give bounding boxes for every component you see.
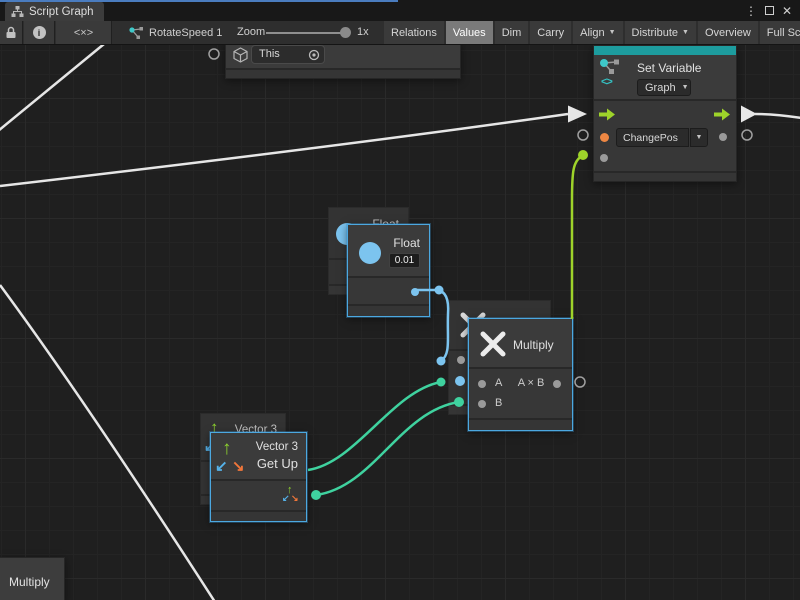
- input-a-port[interactable]: [478, 380, 486, 388]
- relations-button[interactable]: Relations: [384, 21, 444, 44]
- graph-variable-icon: [598, 58, 628, 75]
- variable-name-dropdown[interactable]: ▼: [690, 128, 708, 147]
- node-title: Multiply: [513, 338, 554, 352]
- variable-name-field[interactable]: ChangePos: [616, 128, 689, 147]
- graph-breadcrumb[interactable]: RotateSpeed 1: [128, 21, 222, 44]
- chevron-down-icon: ▼: [682, 84, 689, 91]
- multiply-icon: [477, 328, 509, 360]
- script-graph-window: Float Multiply ↑ ↙ Vector 3: [0, 0, 800, 600]
- output-port[interactable]: [719, 133, 727, 141]
- script-graph-icon: [11, 5, 24, 18]
- input-a-label: A: [495, 377, 502, 389]
- chevron-down-icon: ▼: [609, 29, 616, 36]
- flow-in-port-icon[interactable]: [599, 108, 616, 121]
- node-title: Vector 3: [256, 441, 298, 453]
- node-title: Float: [393, 236, 420, 250]
- this-node[interactable]: This: [225, 42, 461, 79]
- chevron-down-icon: ▼: [696, 134, 703, 141]
- get-up-node[interactable]: ↑ ↙ ↘ Vector 3 Get Up ↑ ↙ ↘: [210, 432, 307, 522]
- down-right-arrow-icon: ↘: [232, 459, 245, 474]
- tab-script-graph[interactable]: Script Graph: [5, 2, 104, 21]
- down-left-arrow-icon: ↙: [215, 459, 228, 474]
- set-variable-header-bar: [594, 46, 736, 55]
- zoom-slider-track[interactable]: [266, 32, 350, 34]
- lock-button[interactable]: [0, 21, 23, 44]
- breadcrumb-label: RotateSpeed 1: [149, 27, 222, 39]
- vector3-output-port[interactable]: ↑ ↙ ↘: [282, 485, 300, 505]
- float-node[interactable]: Float 0.01: [347, 224, 430, 317]
- info-icon: i: [33, 26, 46, 39]
- value-port[interactable]: [600, 154, 608, 162]
- float-output-port[interactable]: [411, 288, 419, 296]
- zoom-label: Zoom: [237, 26, 265, 38]
- cube-icon: [232, 47, 249, 64]
- flow-out-port-icon[interactable]: [714, 108, 731, 121]
- chevron-down-icon: ▼: [682, 29, 689, 36]
- menu-icon[interactable]: ⋮: [742, 4, 760, 18]
- close-icon[interactable]: ✕: [778, 4, 796, 18]
- input-b-port[interactable]: [478, 400, 486, 408]
- set-variable-node[interactable]: <> Set Variable Graph ▼ ChangePos ▼: [593, 45, 737, 182]
- distribute-button[interactable]: Distribute ▼: [625, 21, 696, 44]
- fullscreen-button[interactable]: Full Screen: [760, 21, 800, 44]
- dim-button[interactable]: Dim: [495, 21, 529, 44]
- output-label: A × B: [513, 377, 549, 389]
- zoom-slider-handle[interactable]: [340, 27, 351, 38]
- this-object-field[interactable]: This: [251, 45, 325, 64]
- node-subtitle: Get Up: [257, 456, 298, 471]
- tab-title: Script Graph: [29, 6, 94, 18]
- output-port[interactable]: [553, 380, 561, 388]
- graph-toolbar: i <×> RotateSpeed 1 Zoom 1x Relations Va…: [0, 21, 800, 45]
- variable-port[interactable]: [600, 133, 609, 142]
- graph-icon: [128, 26, 144, 40]
- zoom-value: 1x: [357, 26, 369, 38]
- align-button[interactable]: Align ▼: [573, 21, 622, 44]
- tab-bar: Script Graph ⋮ ✕: [0, 0, 800, 21]
- corner-multiply-node[interactable]: Multiply: [0, 557, 65, 600]
- carry-button[interactable]: Carry: [530, 21, 571, 44]
- code-view-button[interactable]: <×>: [56, 21, 112, 44]
- input-b-label: B: [495, 397, 502, 409]
- overview-button[interactable]: Overview: [698, 21, 758, 44]
- node-title: Set Variable: [637, 61, 701, 75]
- inspect-button[interactable]: i: [24, 21, 55, 44]
- focus-highlight-line: [0, 0, 398, 2]
- float-value-field[interactable]: 0.01: [389, 253, 420, 268]
- maximize-icon[interactable]: [760, 4, 778, 18]
- multiply-node[interactable]: Multiply A A × B B: [468, 318, 573, 431]
- code-view-icon: <×>: [74, 27, 93, 39]
- float-type-icon: [359, 242, 381, 264]
- variable-scope-dropdown[interactable]: Graph ▼: [637, 79, 691, 96]
- values-button[interactable]: Values: [446, 21, 493, 44]
- object-field-value: This: [259, 48, 280, 60]
- lock-icon: [5, 26, 17, 39]
- toolbar-buttons: Relations Values Dim Carry Align ▼ Distr…: [384, 21, 800, 44]
- code-brackets-icon: <>: [601, 76, 612, 88]
- up-arrow-icon: ↑: [222, 439, 232, 458]
- object-picker-icon[interactable]: [308, 49, 320, 61]
